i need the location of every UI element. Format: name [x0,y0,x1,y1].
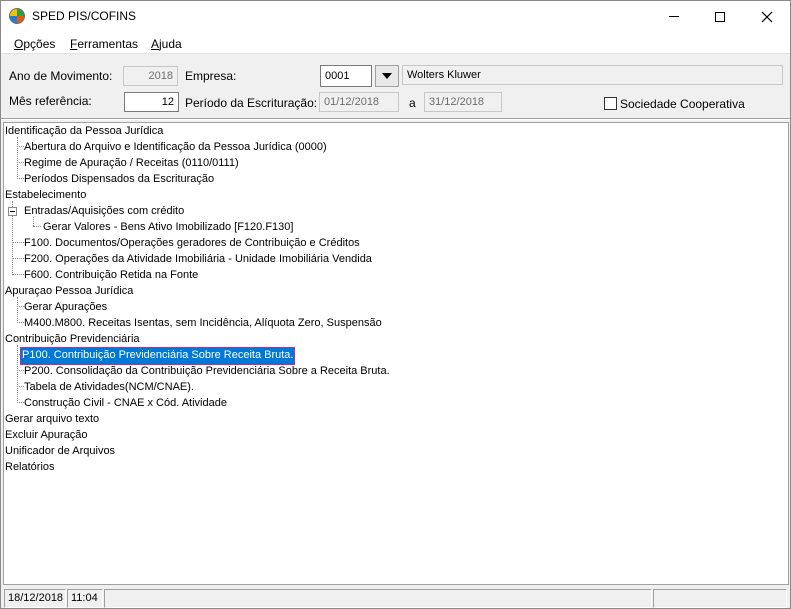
tree-connector [17,370,24,371]
tree-node-m400[interactable]: M400.M800. Receitas Isentas, sem Incidên… [24,316,382,332]
periodo-escrituracao-label: Período da Escrituração: [185,96,318,110]
menu-ferramentas[interactable]: Ferramentas [70,37,138,51]
form-divider [1,118,790,120]
status-time: 11:04 [67,589,103,608]
tree-node-estabelecimento[interactable]: Estabelecimento [5,188,86,204]
status-panel [104,589,652,608]
tree-connector [17,297,18,323]
status-panel [653,589,787,608]
tree-node-gerar-arquivo[interactable]: Gerar arquivo texto [5,412,99,428]
tree-connector [17,322,24,323]
tree-node-contribuicao[interactable]: Contribuição Previdenciária [5,332,140,348]
tree-connector [17,162,24,163]
tree-node-f200[interactable]: F200. Operações da Atividade Imobiliária… [24,252,372,268]
maximize-icon [715,11,725,22]
empresa-name-field: Wolters Kluwer [402,65,783,85]
navigation-tree[interactable]: Identificação da Pessoa Jurídica Abertur… [3,122,789,585]
tree-connector [17,137,18,179]
tree-connector [17,146,24,147]
status-bar: 18/12/2018 11:04 [1,587,790,608]
minimize-button[interactable] [651,1,697,32]
tree-node-p100[interactable]: P100. Contribuição Previdenciária Sobre … [19,347,296,365]
empresa-code-field[interactable]: 0001 [320,65,372,87]
close-icon [761,11,773,22]
minimize-icon [669,16,679,17]
tree-node-tabela[interactable]: Tabela de Atividades(NCM/CNAE). [24,380,194,396]
mes-referencia-field[interactable]: 12 [124,92,179,112]
tree-node-excluir[interactable]: Excluir Apuração [5,428,88,444]
menu-ajuda-label: juda [159,37,182,51]
window-title: SPED PIS/COFINS [32,9,137,23]
menu-opcoes-label: pções [23,37,56,51]
sociedade-cooperativa-checkbox[interactable] [604,97,617,110]
menu-bar: Opções Ferramentas Ajuda [1,32,790,54]
sociedade-cooperativa-label[interactable]: Sociedade Cooperativa [620,97,745,111]
tree-connector [17,306,24,307]
tree-node-construcao[interactable]: Construção Civil - CNAE x Cód. Atividade [24,396,227,412]
tree-connector [33,226,41,227]
tree-connector [12,258,24,259]
menu-ferramentas-label: erramentas [77,37,139,51]
tree-connector [17,386,24,387]
app-logo-icon[interactable] [9,8,25,24]
tree-node-p200[interactable]: P200. Consolidação da Contribuição Previ… [24,364,390,380]
mes-referencia-label: Mês referência: [9,94,92,108]
tree-node-identificacao[interactable]: Identificação da Pessoa Jurídica [5,124,163,140]
periodo-fim-field: 31/12/2018 [424,92,502,112]
tree-connector [12,242,24,243]
tree-node-gerar-valores[interactable]: Gerar Valores - Bens Ativo Imobilizado [… [43,220,293,236]
tree-node-relatorios[interactable]: Relatórios [5,460,55,476]
tree-node-f100[interactable]: F100. Documentos/Operações geradores de … [24,236,360,252]
tree-connector [12,274,24,275]
tree-node-regime[interactable]: Regime de Apuração / Receitas (0110/0111… [24,156,239,172]
chevron-down-icon [382,73,392,79]
close-button[interactable] [744,1,790,32]
app-window: SPED PIS/COFINS Opções Ferramentas Ajuda… [0,0,791,609]
tree-connector [17,178,24,179]
ano-movimento-label: Ano de Movimento: [9,69,113,83]
empresa-dropdown-button[interactable] [375,65,399,87]
empresa-label: Empresa: [185,69,237,83]
status-date: 18/12/2018 [4,589,66,608]
tree-node-periodos[interactable]: Períodos Dispensados da Escrituração [24,172,214,188]
menu-ajuda-accesskey: A [151,37,160,51]
menu-ajuda[interactable]: Ajuda [151,37,182,51]
periodo-inicio-field: 01/12/2018 [319,92,399,112]
maximize-button[interactable] [697,1,743,32]
tree-node-gerar-apuracoes[interactable]: Gerar Apurações [24,300,107,316]
tree-node-unificador[interactable]: Unificador de Arquivos [5,444,115,460]
collapse-icon[interactable] [8,207,17,216]
tree-connector [17,402,24,403]
periodo-separator: a [409,96,416,110]
tree-node-f600[interactable]: F600. Contribuição Retida na Fonte [24,268,198,284]
tree-node-apuracao[interactable]: Apuraçao Pessoa Jurídica [5,284,133,300]
title-bar[interactable]: SPED PIS/COFINS [1,1,790,32]
tree-node-abertura[interactable]: Abertura do Arquivo e Identificação da P… [24,140,327,156]
menu-opcoes[interactable]: Opções [14,37,55,51]
ano-movimento-field[interactable]: 2018 [123,66,178,86]
tree-node-entradas[interactable]: Entradas/Aquisições com crédito [24,204,184,220]
menu-opcoes-accesskey: O [14,37,24,51]
